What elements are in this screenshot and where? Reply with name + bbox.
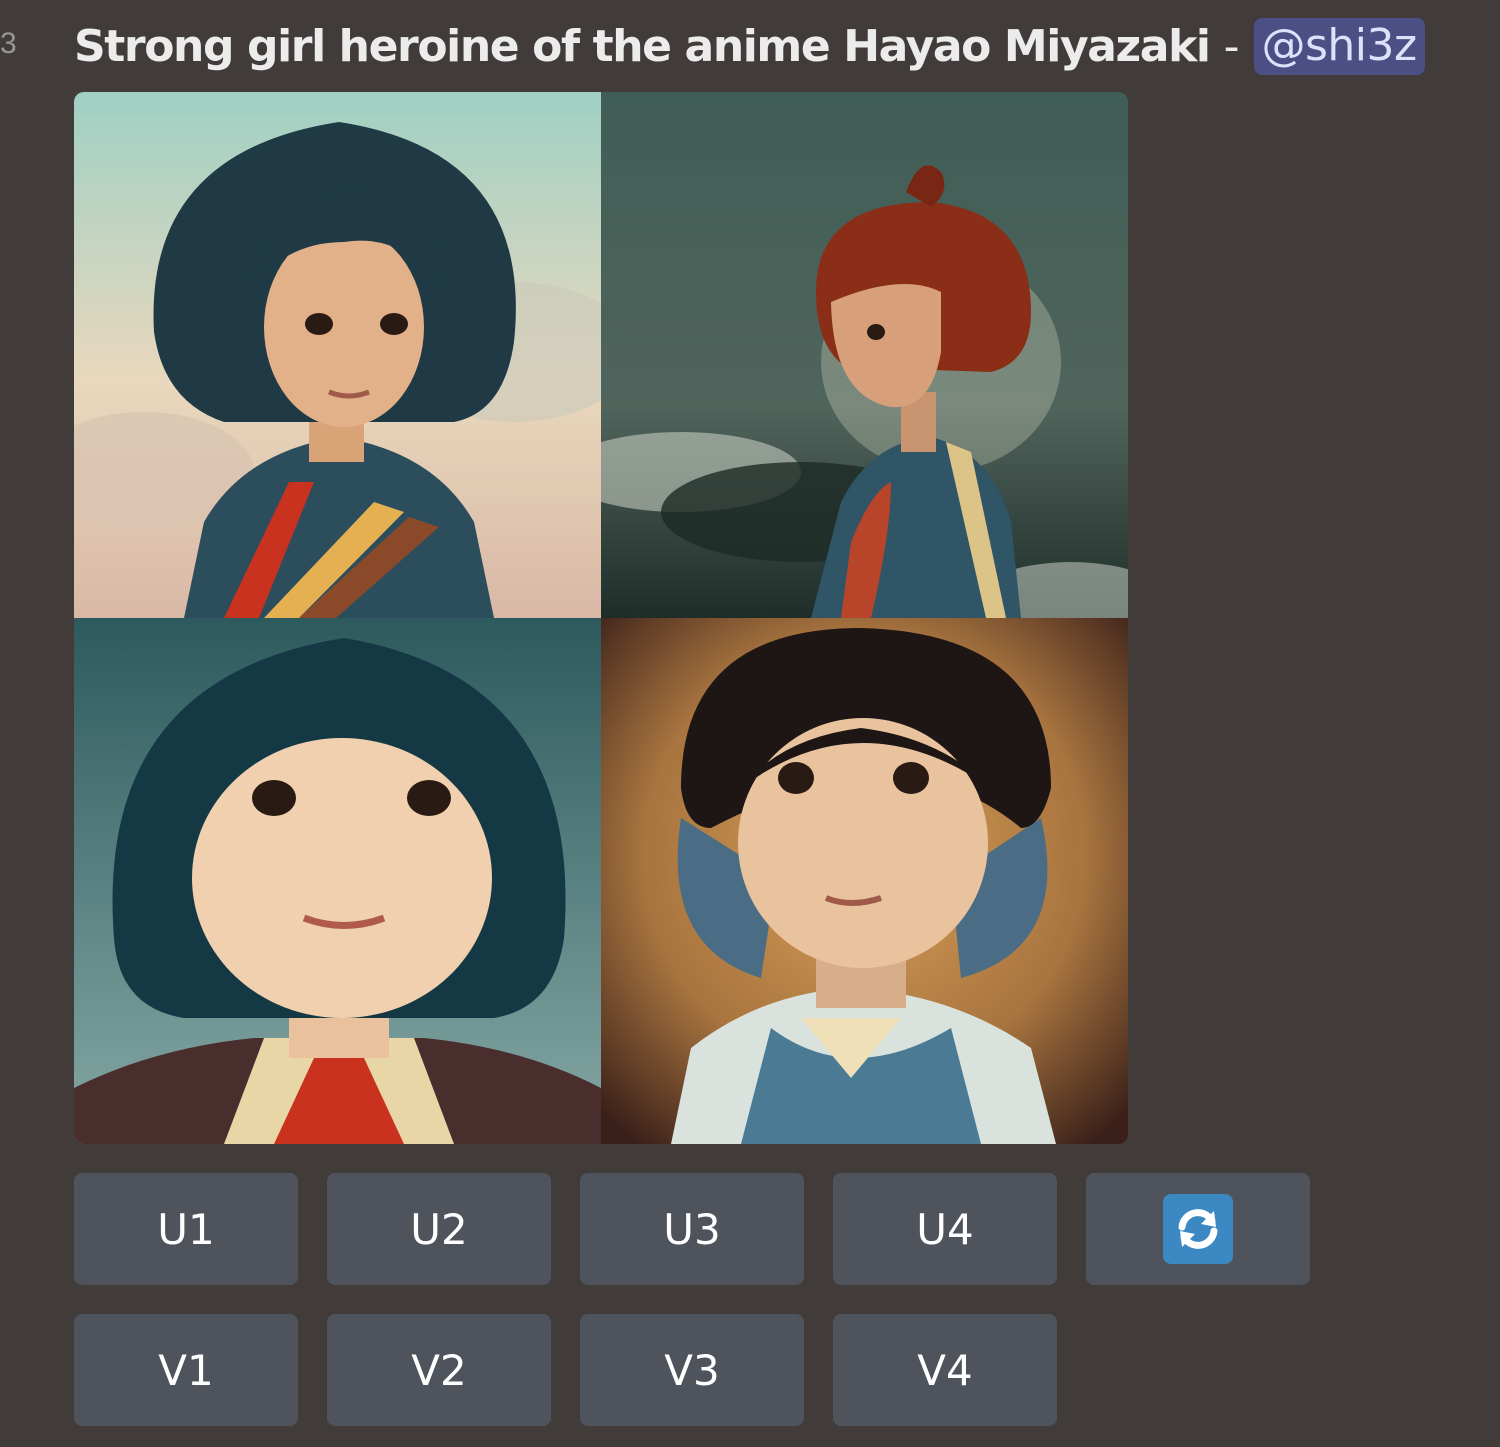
- image-tile-1[interactable]: [74, 92, 601, 618]
- image-grid[interactable]: [74, 92, 1128, 1144]
- portrait-image-4: [601, 618, 1128, 1144]
- variation-4-button[interactable]: V4: [833, 1314, 1057, 1426]
- message-container: 3 Strong girl heroine of the anime Hayao…: [0, 0, 1500, 1447]
- variation-2-button[interactable]: V2: [327, 1314, 551, 1426]
- image-tile-2[interactable]: [601, 92, 1128, 618]
- message-header: Strong girl heroine of the anime Hayao M…: [74, 14, 1425, 78]
- image-tile-3[interactable]: [74, 618, 601, 1144]
- portrait-image-3: [74, 618, 601, 1144]
- refresh-icon: [1163, 1194, 1233, 1264]
- variation-1-button[interactable]: V1: [74, 1314, 298, 1426]
- portrait-image-2: [601, 92, 1128, 618]
- user-mention[interactable]: @shi3z: [1253, 17, 1425, 75]
- upscale-2-button[interactable]: U2: [327, 1173, 551, 1285]
- upscale-3-button[interactable]: U3: [580, 1173, 804, 1285]
- upscale-4-button[interactable]: U4: [833, 1173, 1057, 1285]
- image-tile-4[interactable]: [601, 618, 1128, 1144]
- upscale-1-button[interactable]: U1: [74, 1173, 298, 1285]
- variation-3-button[interactable]: V3: [580, 1314, 804, 1426]
- portrait-image-1: [74, 92, 601, 618]
- line-marker: 3: [0, 27, 17, 60]
- reroll-button[interactable]: [1086, 1173, 1310, 1285]
- separator: -: [1223, 20, 1240, 72]
- prompt-text: Strong girl heroine of the anime Hayao M…: [74, 20, 1211, 72]
